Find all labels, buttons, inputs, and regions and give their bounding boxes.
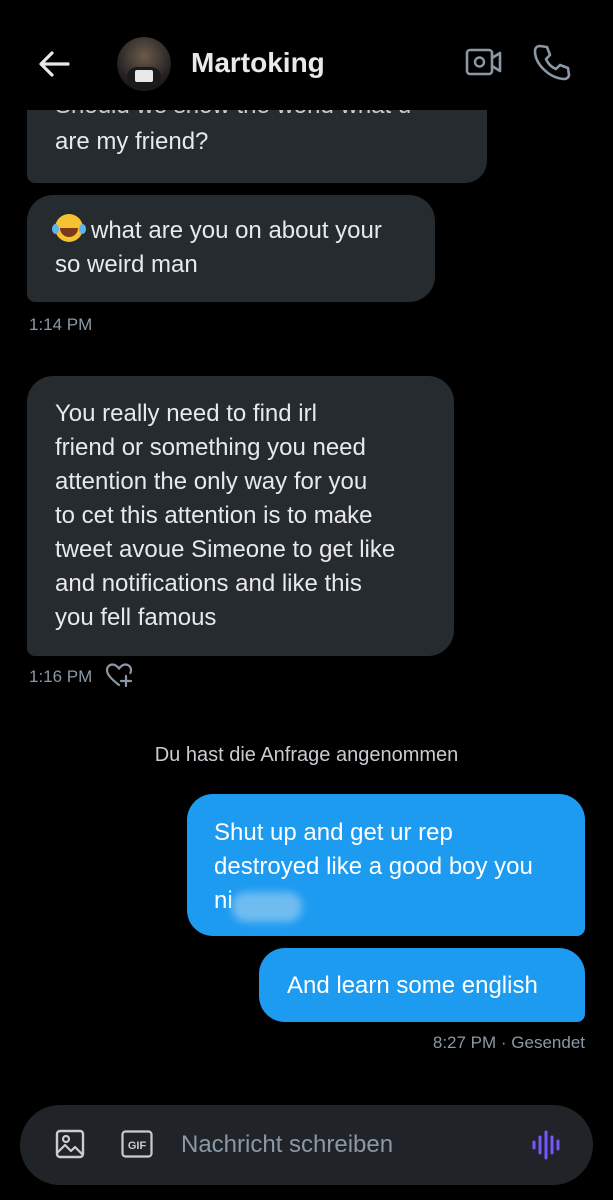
video-call-icon[interactable] [464,44,504,80]
phone-icon[interactable] [531,42,571,82]
conversation-header: Martoking [0,0,613,110]
message-timestamp: 1:14 PM [29,315,93,334]
message-bubble-incoming[interactable]: what are you on about your so weird man [27,195,435,302]
laughing-tears-emoji-icon [52,214,83,242]
voice-message-icon[interactable] [530,1129,564,1161]
system-message: Du hast die Anfrage angenommen [154,744,459,766]
message-text: You really need to find irl friend or so… [55,400,396,631]
gif-label: GIF [128,1140,147,1152]
message-timestamp: 1:16 PM [29,667,93,686]
add-reaction-heart-icon[interactable] [104,661,134,689]
avatar[interactable] [117,37,171,91]
message-text: are my friend? [55,128,209,155]
arrow-left-icon[interactable] [34,44,74,84]
message-text: what are you on about your so weird man [55,217,382,278]
message-timestamp-status: 8:27 PM · Gesendet [432,1033,585,1052]
message-composer[interactable]: GIF Nachricht schreiben [20,1105,593,1185]
image-icon[interactable] [54,1128,86,1160]
gif-icon[interactable]: GIF [121,1130,153,1158]
message-bubble-incoming[interactable]: You really need to find irl friend or so… [27,376,454,656]
message-bubble-outgoing[interactable]: And learn some english [259,948,585,1022]
page-title[interactable]: Martoking [191,47,325,79]
redaction-blur [232,892,302,922]
message-text: And learn some english [287,972,538,999]
message-input[interactable]: Nachricht schreiben [181,1131,393,1159]
avatar-shirt-print [135,70,153,82]
